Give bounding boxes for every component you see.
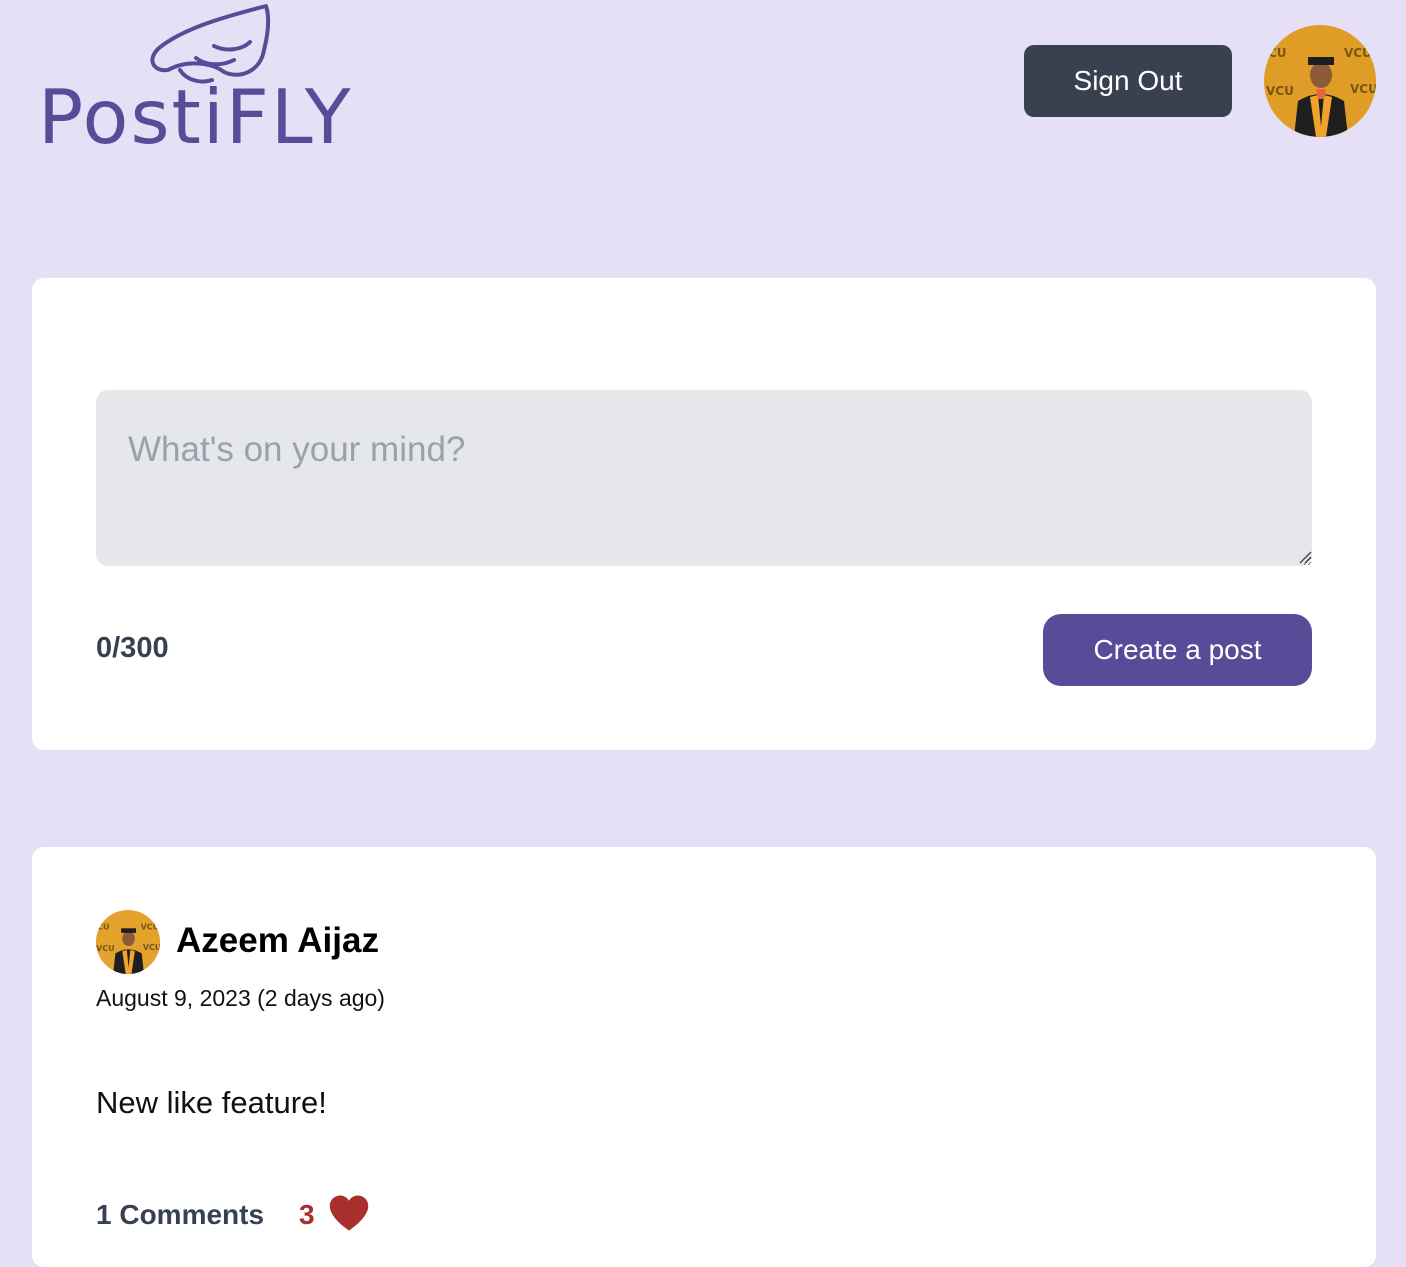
resize-grip-icon[interactable] xyxy=(1296,548,1312,564)
heart-icon[interactable] xyxy=(328,1193,370,1233)
post-input[interactable] xyxy=(96,390,1312,566)
post-card: CU VCU VCU VCU Azeem Aijaz August 9, 202… xyxy=(32,847,1376,1267)
post-date: August 9, 2023 (2 days ago) xyxy=(96,985,385,1011)
post-composer-card: 0/300 Create a post xyxy=(32,278,1376,750)
like-count: 3 xyxy=(299,1199,315,1230)
author-avatar[interactable]: CU VCU VCU VCU xyxy=(96,910,160,974)
sign-out-button[interactable]: Sign Out xyxy=(1024,45,1232,117)
postifly-logo[interactable]: PostiFLY xyxy=(36,0,396,170)
avatar-photo: CU VCU VCU VCU xyxy=(96,910,160,974)
svg-text:VCU: VCU xyxy=(1266,84,1294,98)
logo-text: PostiFLY xyxy=(38,73,353,161)
svg-text:CU: CU xyxy=(97,922,109,931)
avatar-photo: CU VCU VCU VCU xyxy=(1264,25,1376,137)
user-avatar[interactable]: CU VCU VCU VCU xyxy=(1264,25,1376,137)
svg-text:CU: CU xyxy=(1268,46,1287,60)
svg-text:VCU: VCU xyxy=(1344,46,1372,60)
svg-text:VCU: VCU xyxy=(143,943,160,952)
create-post-button[interactable]: Create a post xyxy=(1043,614,1312,686)
comments-link[interactable]: 1 Comments xyxy=(96,1199,264,1231)
svg-text:VCU: VCU xyxy=(1350,82,1376,96)
svg-text:VCU: VCU xyxy=(96,944,115,953)
svg-text:VCU: VCU xyxy=(141,922,160,931)
post-author-name[interactable]: Azeem Aijaz xyxy=(176,921,379,961)
character-counter: 0/300 xyxy=(96,632,169,664)
post-body: New like feature! xyxy=(96,1085,327,1120)
site-header: PostiFLY Sign Out CU VCU VCU VCU xyxy=(0,0,1406,180)
